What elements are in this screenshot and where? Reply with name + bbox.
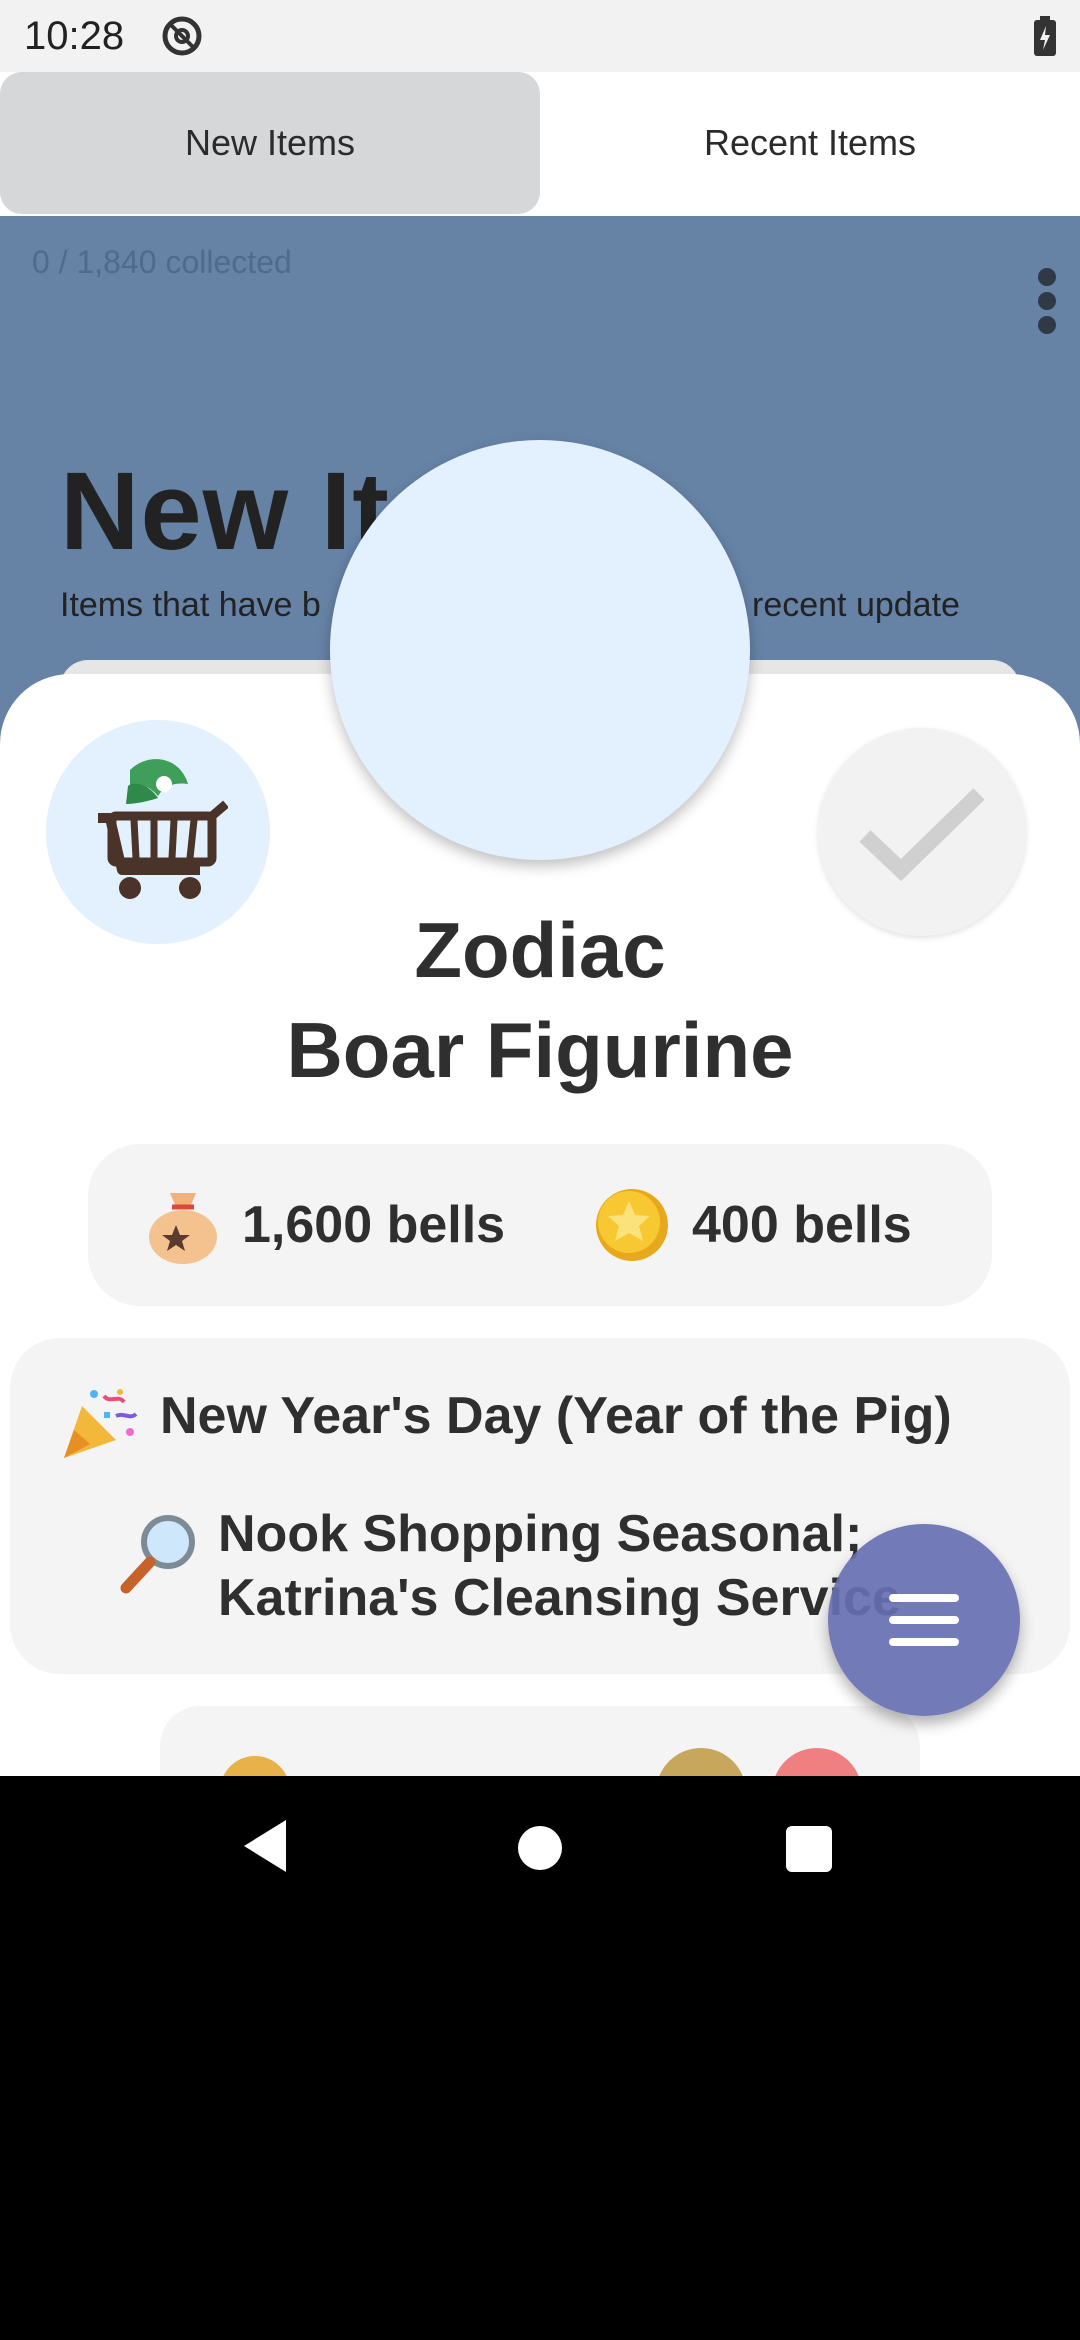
coin-icon (596, 1189, 668, 1261)
app-screen: 10:28 New Items Recent Items 0 / 1,840 c… (0, 0, 1080, 1776)
at-sign-icon (162, 16, 202, 56)
event-row: New Year's Day (Year of the Pig) (60, 1386, 952, 1462)
tab-bar: New Items Recent Items (0, 72, 1080, 216)
status-time: 10:28 (24, 14, 125, 58)
magnifier-icon (120, 1515, 195, 1594)
collected-count: 0 / 1,840 collected (32, 244, 292, 280)
buy-price: 1,600 bells (146, 1144, 505, 1306)
tab-new-items[interactable]: New Items (0, 72, 540, 214)
shopping-cart-icon (98, 759, 228, 899)
party-popper-icon (64, 1389, 138, 1458)
price-card: 1,600 bells 400 bells (88, 1144, 992, 1306)
item-name-line2: Boar Figurine (286, 1006, 794, 1094)
subtitle-left: Items that have b (60, 586, 321, 624)
shop-source-text: Nook Shopping Seasonal; Katrina's Cleans… (218, 1502, 901, 1630)
recents-icon[interactable] (786, 1826, 832, 1872)
tab-recent-items[interactable]: Recent Items (540, 72, 1080, 214)
menu-fab-button[interactable] (828, 1524, 1020, 1716)
check-icon (859, 788, 985, 882)
more-options-icon[interactable] (1038, 268, 1062, 334)
item-image (330, 440, 750, 860)
sell-price-label: 400 bells (692, 1196, 912, 1254)
menu-icon-bar (889, 1616, 959, 1624)
event-label: New Year's Day (Year of the Pig) (160, 1387, 952, 1445)
item-name: Zodiac Boar Figurine (0, 900, 1080, 1100)
menu-icon-bar (889, 1594, 959, 1602)
back-icon[interactable] (240, 1818, 290, 1874)
shop-source-line1: Nook Shopping Seasonal; (218, 1505, 863, 1563)
item-name-line1: Zodiac (414, 906, 666, 994)
status-bar: 10:28 (0, 0, 1080, 72)
battery-charging-icon (1034, 16, 1056, 56)
buy-price-label: 1,600 bells (242, 1196, 506, 1254)
menu-icon-bar (889, 1638, 959, 1646)
page-title: New It (60, 450, 390, 573)
subtitle-right: recent update (752, 586, 960, 624)
shop-source-line2: Katrina's Cleansing Service (218, 1569, 901, 1627)
shop-source-row: Nook Shopping Seasonal; Katrina's Cleans… (118, 1502, 901, 1630)
sell-price: 400 bells (594, 1144, 912, 1306)
bell-bag-icon (149, 1193, 217, 1264)
home-icon[interactable] (518, 1826, 562, 1870)
